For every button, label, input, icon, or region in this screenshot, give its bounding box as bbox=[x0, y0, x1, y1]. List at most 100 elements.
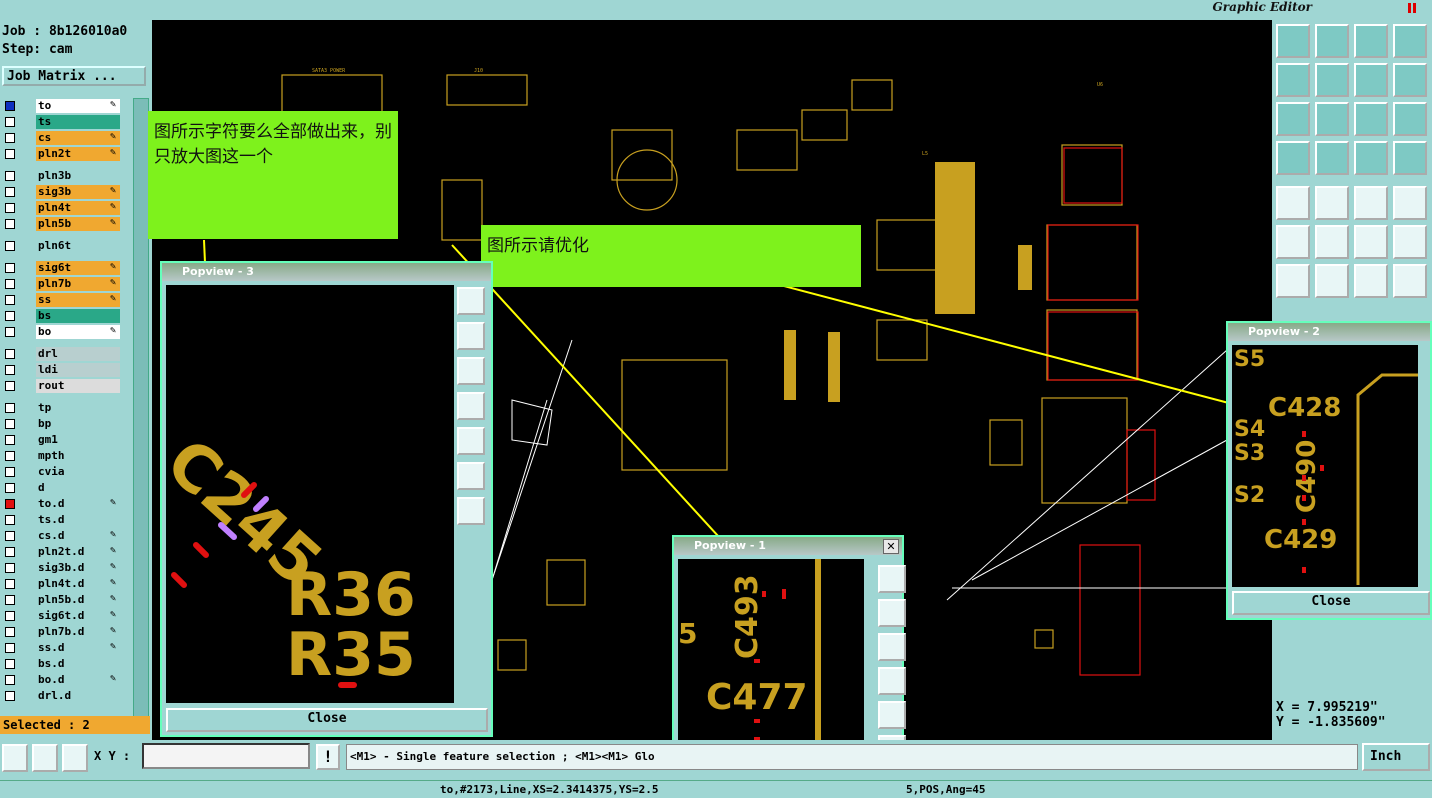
pointer-icon[interactable] bbox=[1354, 225, 1388, 259]
xy-input[interactable] bbox=[142, 743, 310, 769]
snap-icon[interactable] bbox=[1276, 141, 1310, 175]
layer-scrollbar[interactable] bbox=[133, 98, 149, 720]
layer-row-drl[interactable]: drl bbox=[2, 346, 120, 362]
popview-3-view[interactable]: C245 R36 R35 bbox=[166, 285, 454, 703]
layer-row-ldi[interactable]: ldi bbox=[2, 362, 120, 378]
alert-icon-button[interactable]: ! bbox=[316, 744, 340, 770]
popview-1-close-icon[interactable]: ✕ bbox=[883, 539, 899, 554]
layer-name[interactable]: bp bbox=[36, 417, 120, 431]
layer-row-rout[interactable]: rout bbox=[2, 378, 120, 394]
ruler-icon[interactable] bbox=[1354, 186, 1388, 220]
layer-checkbox[interactable] bbox=[5, 203, 15, 213]
undo-icon[interactable] bbox=[1354, 63, 1388, 97]
layer-row-sig3b[interactable]: sig3b ✎ bbox=[2, 184, 120, 200]
layer-name[interactable]: bs bbox=[36, 309, 120, 323]
layer-checkbox[interactable] bbox=[5, 691, 15, 701]
step-in-icon[interactable] bbox=[1276, 63, 1310, 97]
popview-3-titlebar[interactable]: Popview - 3 bbox=[162, 263, 491, 281]
layer-checkbox[interactable] bbox=[5, 263, 15, 273]
layer-checkbox[interactable] bbox=[5, 675, 15, 685]
text-icon[interactable] bbox=[1393, 264, 1427, 298]
layer-checkbox[interactable] bbox=[5, 295, 15, 305]
layer-name[interactable]: ts bbox=[36, 115, 120, 129]
layer-checkbox[interactable] bbox=[5, 349, 15, 359]
layer-name[interactable]: cvia bbox=[36, 465, 120, 479]
layer-row-sig6t-d[interactable]: sig6t.d ✎ bbox=[2, 608, 120, 624]
layer-checkbox[interactable] bbox=[5, 381, 15, 391]
layer-row-pln3b[interactable]: pln3b bbox=[2, 168, 120, 184]
line-blue-icon[interactable] bbox=[1315, 264, 1349, 298]
layer-row-d[interactable]: d bbox=[2, 480, 120, 496]
layer-name[interactable]: cs.d bbox=[36, 529, 120, 543]
layer-checkbox[interactable] bbox=[5, 499, 15, 509]
layer-blue-icon[interactable] bbox=[1393, 141, 1427, 175]
layer-checkbox[interactable] bbox=[5, 171, 15, 181]
layer-row-sig6t[interactable]: sig6t ✎ bbox=[2, 260, 120, 276]
layer-name[interactable]: bs.d bbox=[36, 657, 120, 671]
step-out-icon[interactable] bbox=[1315, 63, 1349, 97]
popview-tool-icon[interactable] bbox=[457, 427, 485, 455]
layer-name[interactable]: sig3b.d bbox=[36, 561, 120, 575]
layer-checkbox[interactable] bbox=[5, 483, 15, 493]
layer-checkbox[interactable] bbox=[5, 531, 15, 541]
layer-row-gm1[interactable]: gm1 bbox=[2, 432, 120, 448]
layer-row-tp[interactable]: tp bbox=[2, 400, 120, 416]
popview-tool-icon[interactable] bbox=[878, 599, 906, 627]
popview-tool-icon[interactable] bbox=[457, 392, 485, 420]
layer-checkbox[interactable] bbox=[5, 187, 15, 197]
popview-tool-icon[interactable] bbox=[457, 357, 485, 385]
layer-row-cvia[interactable]: cvia bbox=[2, 464, 120, 480]
layer-checkbox[interactable] bbox=[5, 403, 15, 413]
layer-row-ss[interactable]: ss ✎ bbox=[2, 292, 120, 308]
popview-tool-icon[interactable] bbox=[457, 497, 485, 525]
layer-name[interactable]: d bbox=[36, 481, 120, 495]
layer-row-bp[interactable]: bp bbox=[2, 416, 120, 432]
layer-row-cs[interactable]: cs ✎ bbox=[2, 130, 120, 146]
arrow-icon[interactable] bbox=[1393, 225, 1427, 259]
layer-name[interactable]: pln6t bbox=[36, 239, 120, 253]
layer-name[interactable]: rout bbox=[36, 379, 120, 393]
layer-name[interactable]: pln4t.d bbox=[36, 577, 120, 591]
layer-row-bo[interactable]: bo ✎ bbox=[2, 324, 120, 340]
layer-name[interactable]: sig6t.d bbox=[36, 609, 120, 623]
layer-row-ts[interactable]: ts bbox=[2, 114, 120, 130]
layer-row-pln6t[interactable]: pln6t bbox=[2, 238, 120, 254]
layer-checkbox[interactable] bbox=[5, 419, 15, 429]
circle-icon[interactable] bbox=[1393, 186, 1427, 220]
line-red-icon[interactable] bbox=[1276, 264, 1310, 298]
grid-tool-icon[interactable] bbox=[62, 744, 88, 772]
layer-name[interactable]: tp bbox=[36, 401, 120, 415]
popview-tool-icon[interactable] bbox=[457, 287, 485, 315]
layer-name[interactable]: sig6t bbox=[36, 261, 120, 275]
scale-icon[interactable] bbox=[1354, 102, 1388, 136]
cross-icon[interactable] bbox=[1315, 225, 1349, 259]
help-icon[interactable] bbox=[1393, 102, 1427, 136]
layer-name[interactable]: pln7b.d bbox=[36, 625, 120, 639]
job-matrix-button[interactable]: Job Matrix ... bbox=[2, 66, 146, 86]
popview-tool-icon[interactable] bbox=[878, 701, 906, 729]
layer-checkbox[interactable] bbox=[5, 467, 15, 477]
layer-checkbox[interactable] bbox=[5, 101, 15, 111]
layer-name[interactable]: pln3b bbox=[36, 169, 120, 183]
layer-name[interactable]: mpth bbox=[36, 449, 120, 463]
layer-checkbox[interactable] bbox=[5, 643, 15, 653]
layer-checkbox[interactable] bbox=[5, 547, 15, 557]
layer-name[interactable]: bo bbox=[36, 325, 120, 339]
layer-checkbox[interactable] bbox=[5, 579, 15, 589]
layer-name[interactable]: to bbox=[36, 99, 120, 113]
layer-row-cs-d[interactable]: cs.d ✎ bbox=[2, 528, 120, 544]
layer-row-mpth[interactable]: mpth bbox=[2, 448, 120, 464]
layer-checkbox[interactable] bbox=[5, 241, 15, 251]
layer-row-pln4t-d[interactable]: pln4t.d ✎ bbox=[2, 576, 120, 592]
layer-row-pln5b-d[interactable]: pln5b.d ✎ bbox=[2, 592, 120, 608]
layer-name[interactable]: cs bbox=[36, 131, 120, 145]
layer-name[interactable]: drl bbox=[36, 347, 120, 361]
home-icon[interactable] bbox=[1276, 24, 1310, 58]
layer-row-ts-d[interactable]: ts.d bbox=[2, 512, 120, 528]
popview-tool-icon[interactable] bbox=[878, 633, 906, 661]
units-dropdown[interactable]: Inch bbox=[1362, 743, 1430, 771]
layer-checkbox[interactable] bbox=[5, 219, 15, 229]
popview-tool-icon[interactable] bbox=[457, 322, 485, 350]
layer-row-to[interactable]: to ✎ bbox=[2, 98, 120, 114]
popview-tool-icon[interactable] bbox=[457, 462, 485, 490]
